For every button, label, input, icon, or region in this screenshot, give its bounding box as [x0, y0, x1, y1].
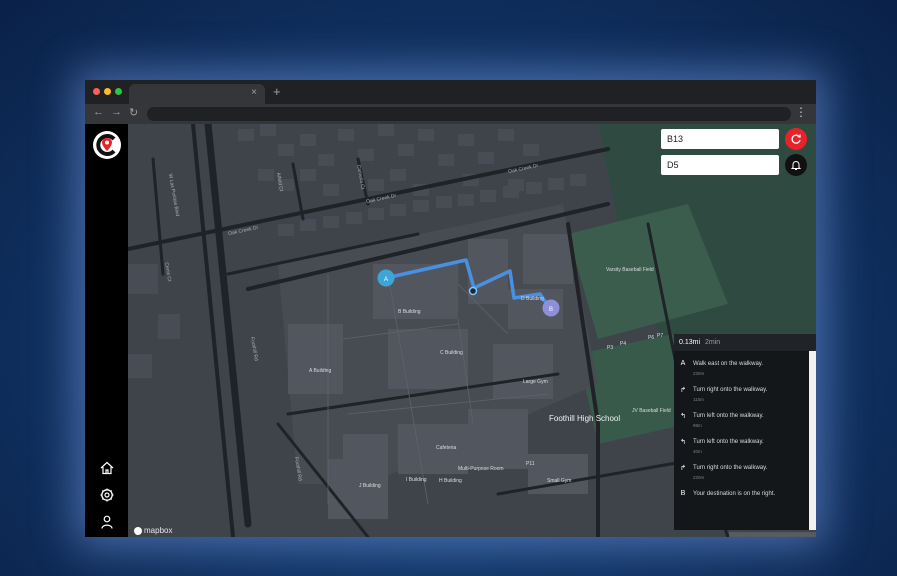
building-label-p4[interactable]: P4 — [620, 341, 626, 347]
step-distance: 40m — [693, 449, 702, 454]
map-attribution[interactable]: © Mapbox © OpenStreetMap Improve this ma… — [728, 532, 816, 537]
building-label-d[interactable]: D Building — [521, 296, 544, 302]
mapbox-logo[interactable]: mapbox — [134, 526, 172, 535]
address-bar[interactable] — [147, 107, 791, 121]
directions-scrollbar[interactable] — [809, 351, 816, 530]
building-label-p6[interactable]: P6 — [648, 335, 654, 341]
step-text: Walk east on the walkway. — [693, 361, 764, 367]
building-label-cafeteria[interactable]: Cafeteria — [436, 445, 456, 451]
tab-close-icon[interactable]: × — [251, 87, 257, 98]
step-icon: ↰ — [680, 439, 686, 446]
app-logo[interactable] — [92, 130, 122, 160]
step-icon: ↱ — [680, 465, 686, 472]
building-label-p11[interactable]: P11 — [526, 461, 535, 467]
step-text: Your destination is on the right. — [693, 491, 776, 497]
building-label-c[interactable]: C Building — [440, 350, 463, 356]
origin-input[interactable] — [661, 129, 779, 149]
step-distance: 98m — [693, 423, 702, 428]
step-text: Turn left onto the walkway. — [693, 413, 764, 419]
browser-tab[interactable]: × — [129, 84, 265, 104]
step-text: Turn right onto the walkway. — [693, 465, 768, 471]
browser-menu-icon[interactable]: ⋮ — [795, 105, 807, 119]
browser-window: × + ← → ↻ ⋮ A B Oak Creek Dr Oak Creek D… — [85, 80, 816, 537]
directions-panel: 0.13mi 2min A Walk east on the walkway. … — [674, 334, 816, 530]
field-label-jv[interactable]: JV Baseball Field — [632, 408, 671, 414]
step-icon: ↱ — [680, 387, 686, 394]
waypoint-marker — [468, 286, 478, 296]
forward-button[interactable]: → — [111, 106, 122, 118]
gear-icon[interactable] — [99, 487, 115, 503]
home-icon[interactable] — [99, 460, 115, 476]
sidebar — [85, 124, 128, 537]
minimize-window-dot[interactable] — [104, 88, 111, 95]
directions-list: A Walk east on the walkway. 230m ↱ Turn … — [674, 351, 809, 530]
step-text: Turn right onto the walkway. — [693, 387, 768, 393]
browser-titlebar: × + — [85, 80, 816, 104]
end-marker-label: B — [549, 307, 553, 313]
field-label-varsity[interactable]: Varsity Baseball Field — [606, 267, 654, 273]
mapbox-icon — [134, 526, 142, 535]
mapbox-text: mapbox — [144, 526, 173, 535]
close-window-dot[interactable] — [93, 88, 100, 95]
new-tab-button[interactable]: + — [273, 84, 281, 99]
building-label-large-gym[interactable]: Large Gym — [523, 379, 548, 385]
step-distance: 220m — [693, 475, 705, 480]
start-marker-label: A — [384, 277, 388, 283]
browser-toolbar: ← → ↻ ⋮ — [85, 104, 816, 124]
building-label-h[interactable]: H Building — [439, 478, 462, 484]
refresh-button[interactable] — [785, 128, 807, 150]
bell-icon — [790, 161, 802, 170]
building-label-p7[interactable]: P7 — [657, 333, 663, 339]
step-icon: A — [680, 360, 686, 367]
route-duration: 2min — [705, 339, 721, 346]
step-text: Turn left onto the walkway. — [693, 439, 764, 445]
building-label-small-gym[interactable]: Small Gym — [547, 478, 571, 484]
step-distance: 230m — [693, 371, 705, 376]
notify-button[interactable] — [785, 154, 807, 176]
step-distance: 115m — [693, 397, 704, 402]
building-label-b[interactable]: B Building — [398, 309, 421, 315]
destination-input[interactable] — [661, 155, 779, 175]
maximize-window-dot[interactable] — [115, 88, 122, 95]
refresh-icon — [791, 134, 801, 144]
step-icon: B — [680, 490, 686, 497]
building-label-i[interactable]: I Building — [406, 477, 427, 483]
user-icon[interactable] — [99, 514, 115, 530]
building-label-p3[interactable]: P3 — [607, 345, 613, 351]
reload-button[interactable]: ↻ — [129, 106, 138, 119]
school-name-label: Foothill High School — [549, 414, 621, 423]
campus-map[interactable]: A B Oak Creek Dr Oak Creek Dr Oak Creek … — [128, 124, 816, 537]
route-distance: 0.13mi — [679, 339, 701, 346]
directions-summary: 0.13mi 2min — [674, 334, 816, 351]
step-icon: ↰ — [680, 413, 686, 420]
building-label-j[interactable]: J Building — [359, 483, 381, 489]
back-button[interactable]: ← — [93, 106, 104, 118]
building-label-mpr[interactable]: Multi-Purpose Room — [458, 466, 504, 472]
building-label-a[interactable]: A Building — [309, 368, 331, 374]
